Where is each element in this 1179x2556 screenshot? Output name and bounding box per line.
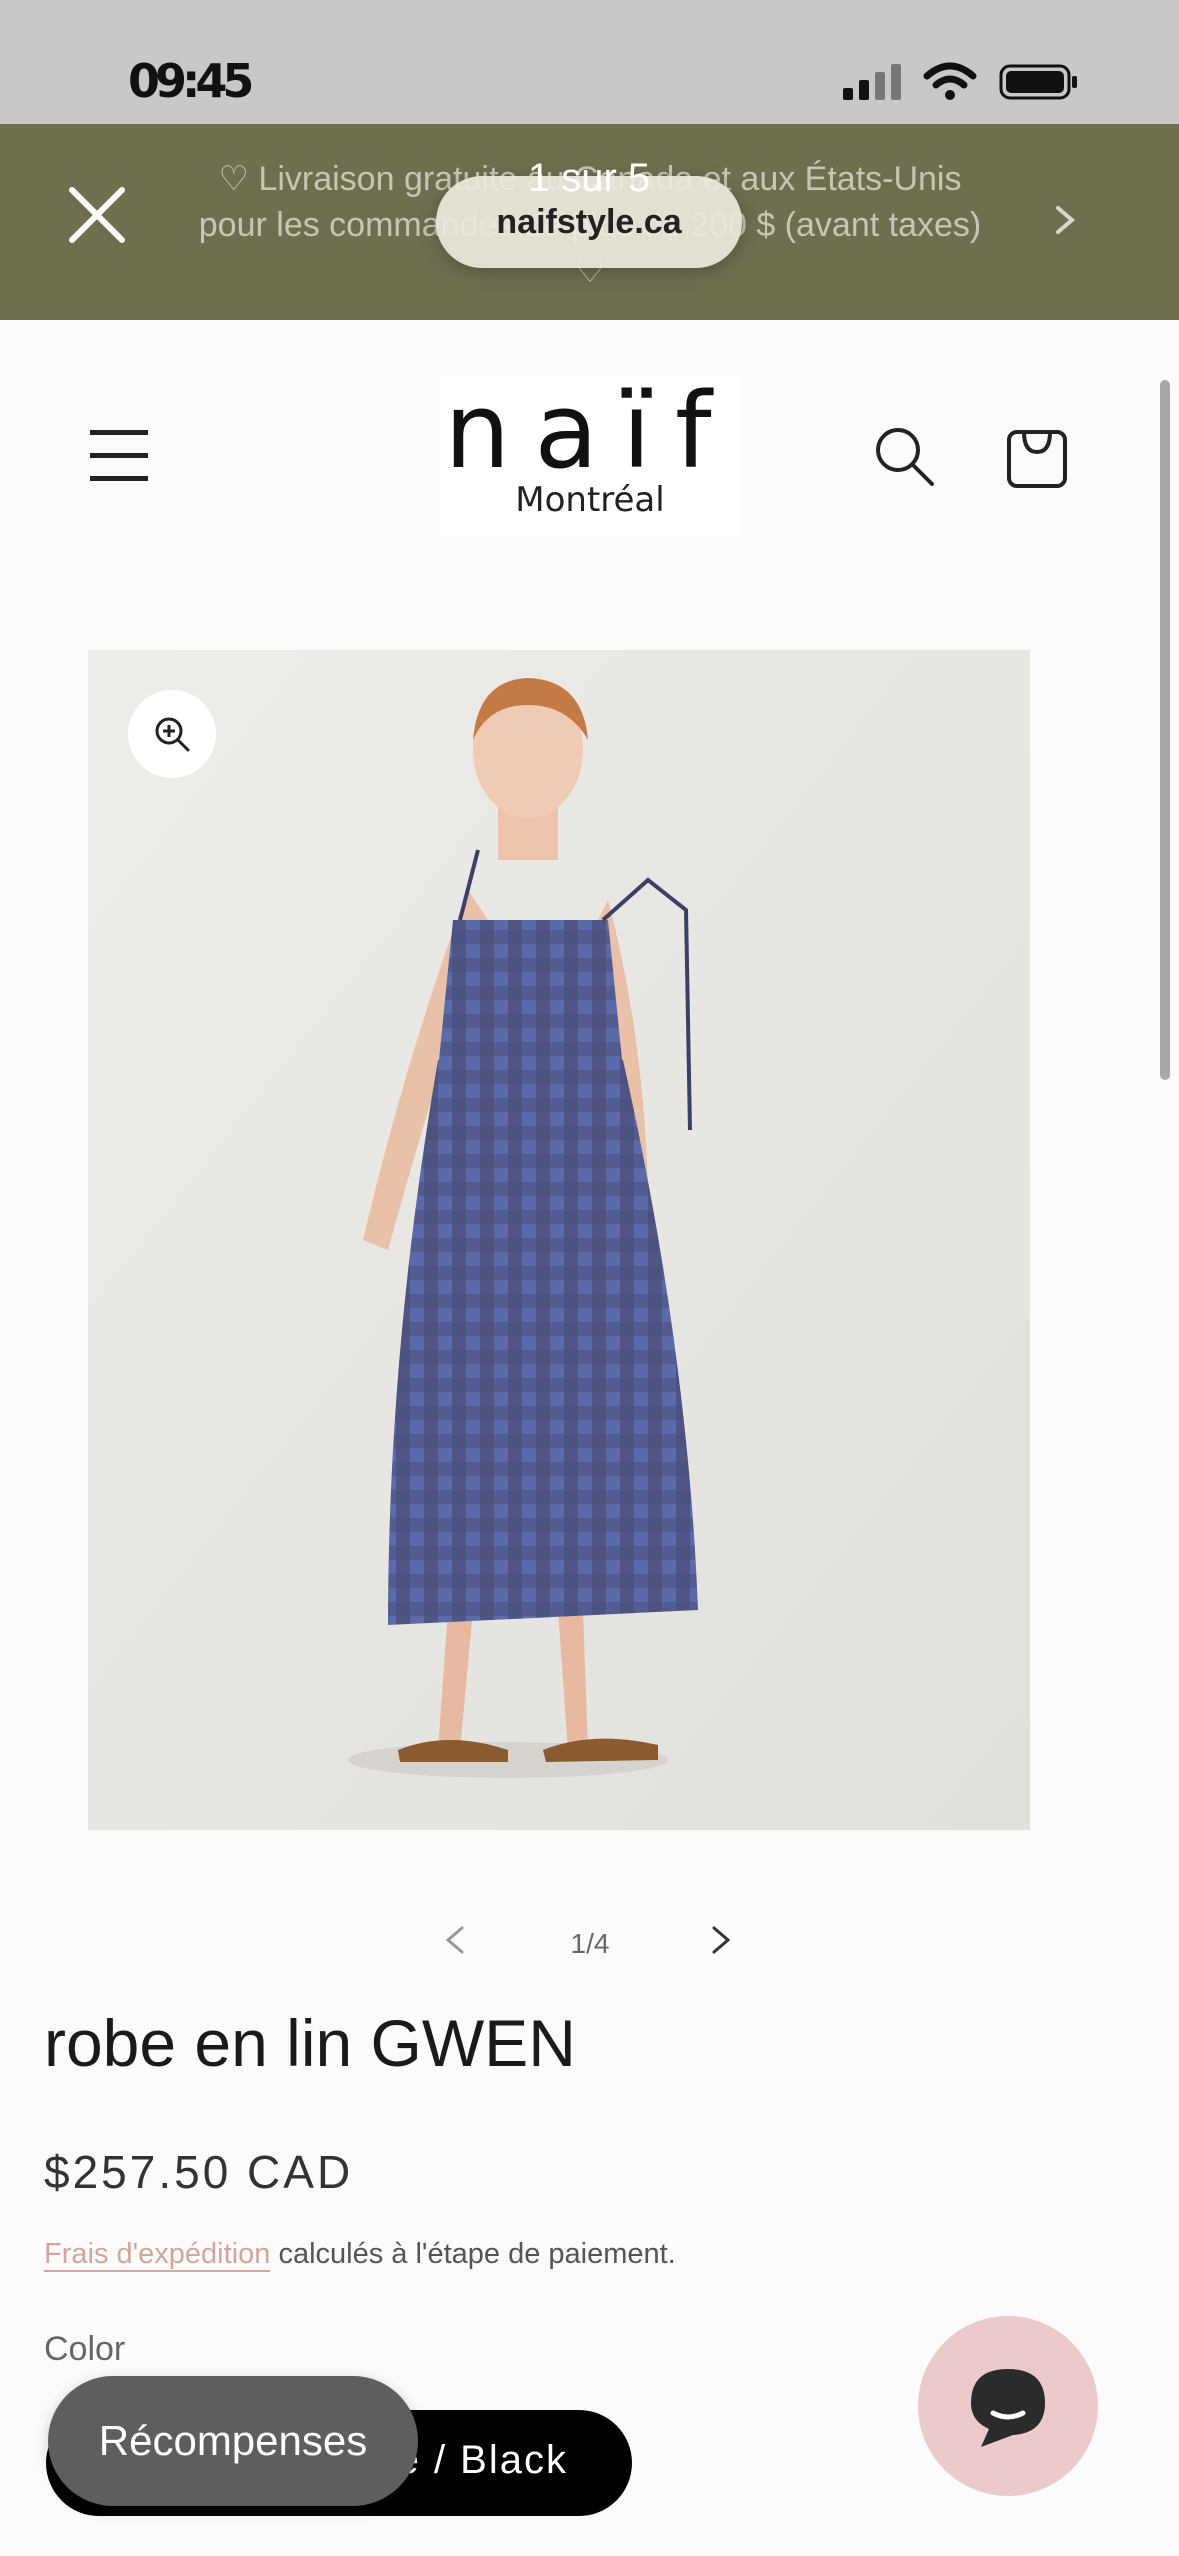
search-icon[interactable] bbox=[872, 424, 938, 490]
wifi-icon bbox=[923, 62, 977, 100]
shipping-text: calculés à l'étape de paiement. bbox=[270, 2238, 676, 2270]
chevron-right-icon[interactable] bbox=[706, 1920, 736, 1960]
signal-icon bbox=[843, 64, 901, 100]
product-title: robe en lin GWEN bbox=[44, 2006, 576, 2080]
color-label: Color bbox=[44, 2330, 126, 2368]
domain-label: naifstyle.ca bbox=[496, 202, 682, 241]
chat-button[interactable] bbox=[918, 2316, 1098, 2496]
gallery-counter: 1/4 bbox=[570, 1928, 610, 1959]
tab-count: 1 sur 5 bbox=[527, 156, 651, 200]
shipping-link[interactable]: Frais d'expédition bbox=[44, 2238, 271, 2272]
cart-icon[interactable] bbox=[1004, 424, 1070, 490]
chevron-left-icon[interactable] bbox=[440, 1920, 470, 1960]
dress-photo bbox=[88, 650, 1030, 1830]
zoom-button[interactable] bbox=[128, 690, 216, 778]
brand-logo[interactable]: naïf Montréal bbox=[440, 376, 740, 536]
chevron-right-icon[interactable] bbox=[1050, 200, 1080, 240]
scrollbar[interactable] bbox=[1160, 380, 1170, 1080]
browser-tab-pill[interactable]: 1 sur 5 naifstyle.ca bbox=[436, 156, 742, 268]
gallery-pager: 1/4 bbox=[0, 1920, 1179, 1980]
close-icon[interactable] bbox=[62, 180, 132, 250]
battery-icon bbox=[999, 64, 1077, 100]
product-image[interactable] bbox=[88, 650, 1030, 1830]
status-icons bbox=[841, 62, 1079, 102]
product-price: $257.50 CAD bbox=[44, 2146, 354, 2198]
brand-name: naïf bbox=[444, 370, 736, 492]
chat-icon bbox=[971, 2369, 1045, 2447]
menu-icon[interactable] bbox=[90, 430, 148, 482]
rewards-button[interactable]: Récompenses bbox=[48, 2376, 418, 2506]
zoom-in-icon bbox=[155, 717, 190, 752]
shipping-note: Frais d'expédition calculés à l'étape de… bbox=[44, 2238, 676, 2272]
status-bar: 09:45 bbox=[0, 0, 1179, 124]
clock: 09:45 bbox=[128, 54, 254, 108]
